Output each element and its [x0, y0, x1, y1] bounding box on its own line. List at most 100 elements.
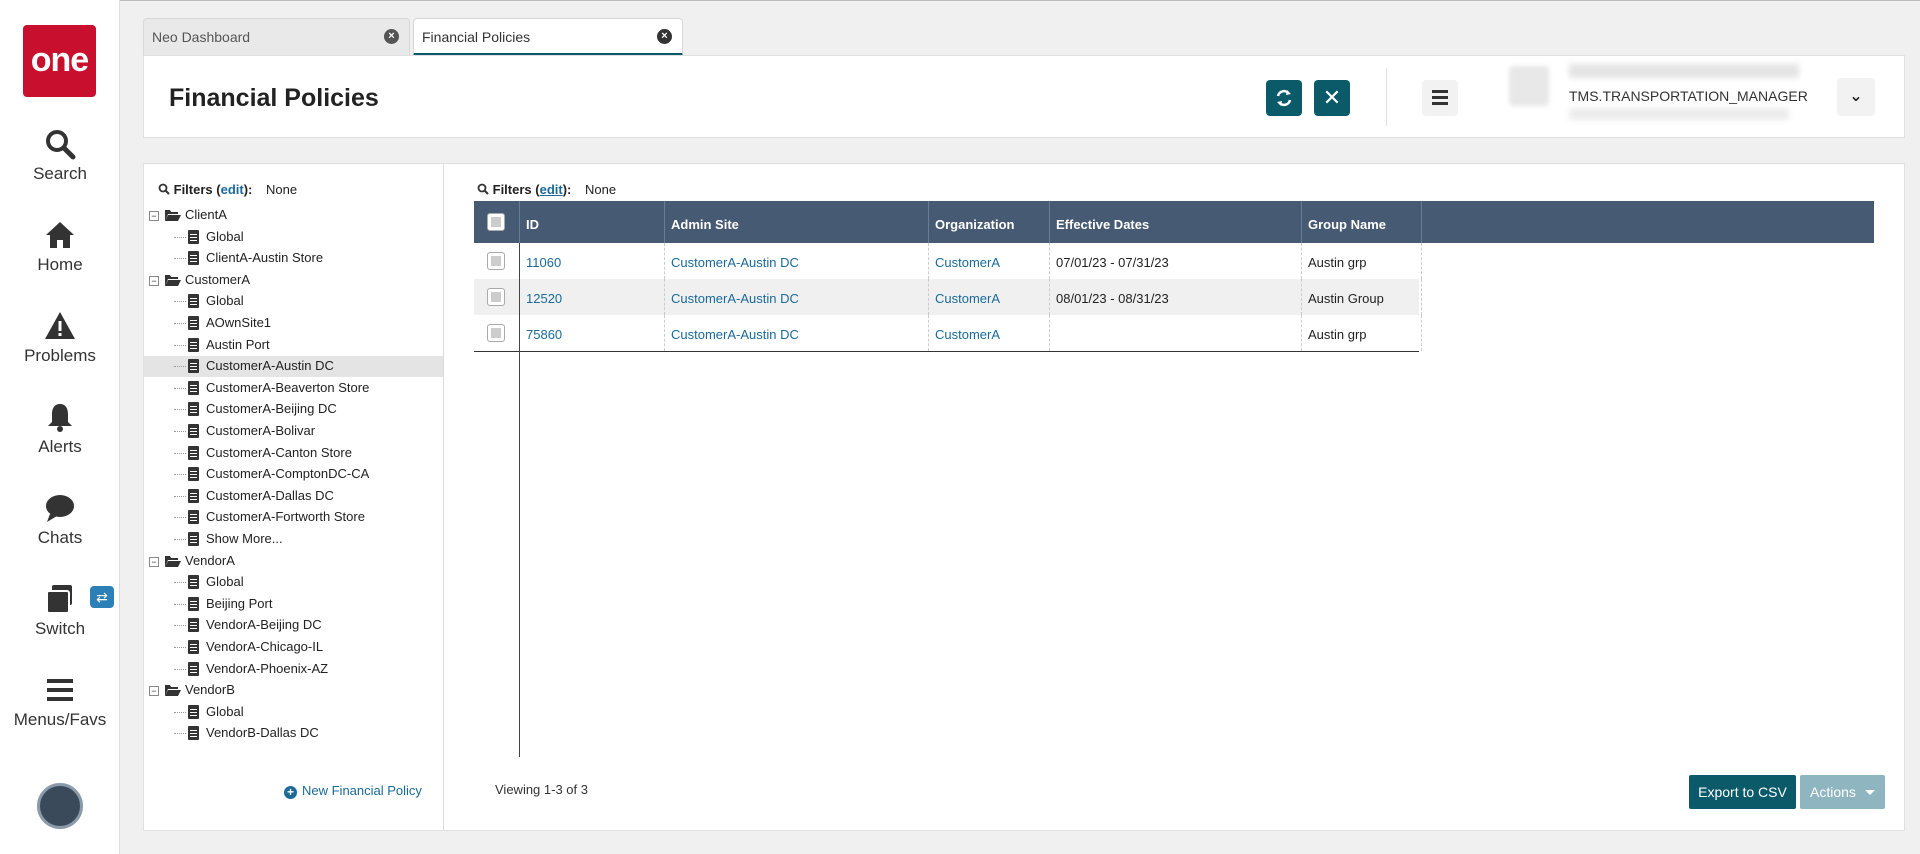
- tree-item[interactable]: Global: [144, 227, 443, 248]
- column-header-admin-site[interactable]: Admin Site: [665, 201, 929, 243]
- tree-folder[interactable]: − VendorB: [144, 680, 443, 701]
- nav-menus[interactable]: Menus/Favs: [0, 674, 120, 730]
- tree-node-label: Global: [206, 703, 244, 719]
- tree-connector: [174, 431, 186, 432]
- refresh-button[interactable]: [1266, 80, 1302, 116]
- document-icon: [188, 575, 199, 590]
- cell-organization[interactable]: CustomerA: [929, 243, 1050, 279]
- cell-id[interactable]: 75860: [520, 315, 665, 351]
- tree-connector: [174, 733, 186, 735]
- tree-item[interactable]: VendorA-Chicago-IL: [144, 637, 443, 658]
- select-all-checkbox[interactable]: [487, 213, 505, 231]
- select-all-cell: [474, 201, 520, 243]
- tree-connector: [174, 647, 186, 648]
- tree-item[interactable]: ClientA-Austin Store: [144, 248, 443, 269]
- app-logo[interactable]: one: [23, 25, 96, 97]
- tree-item[interactable]: Global: [144, 291, 443, 312]
- cell-id[interactable]: 12520: [520, 279, 665, 315]
- tree-node-label: CustomerA-Fortworth Store: [206, 509, 365, 525]
- row-select-cell: [474, 279, 520, 315]
- tree-item[interactable]: Global: [144, 572, 443, 593]
- tree-item[interactable]: Beijing Port: [144, 594, 443, 615]
- cell-group-name: Austin grp: [1302, 243, 1422, 279]
- table-row[interactable]: 11060 CustomerA-Austin DC CustomerA 07/01/2…: [474, 243, 1422, 279]
- collapse-toggle-icon[interactable]: −: [149, 556, 159, 567]
- menu-line: [1432, 96, 1448, 99]
- tree-item[interactable]: CustomerA-Canton Store: [144, 443, 443, 464]
- nav-search[interactable]: Search: [0, 128, 120, 184]
- nav-problems[interactable]: Problems: [0, 310, 120, 366]
- export-csv-button[interactable]: Export to CSV: [1689, 775, 1796, 809]
- user-avatar[interactable]: [37, 783, 83, 829]
- tree-item[interactable]: VendorB-Dallas DC: [144, 723, 443, 744]
- tree-folder[interactable]: − CustomerA: [144, 270, 443, 291]
- folder-open-icon: [165, 274, 181, 286]
- nav-home[interactable]: Home: [0, 219, 120, 275]
- tree-item[interactable]: CustomerA-Beijing DC: [144, 399, 443, 420]
- tab-financial-policies[interactable]: Financial Policies ×: [413, 18, 683, 56]
- new-financial-policy-link[interactable]: + New Financial Policy: [284, 783, 422, 799]
- tree-item[interactable]: VendorA-Phoenix-AZ: [144, 659, 443, 680]
- close-icon[interactable]: ×: [384, 29, 399, 44]
- header-divider: [1386, 68, 1387, 126]
- tree-item[interactable]: Austin Port: [144, 335, 443, 356]
- tree-item[interactable]: Show More...: [144, 529, 443, 550]
- column-header-effective-dates[interactable]: Effective Dates: [1050, 201, 1302, 243]
- table-row[interactable]: 12520 CustomerA-Austin DC CustomerA 08/01/2…: [474, 279, 1422, 315]
- close-page-button[interactable]: ✕: [1314, 80, 1350, 116]
- cell-id[interactable]: 11060: [520, 243, 665, 279]
- filters-value: None: [585, 182, 617, 197]
- tree-folder[interactable]: − VendorA: [144, 551, 443, 572]
- column-header-group-name[interactable]: Group Name: [1302, 201, 1422, 243]
- cell-organization[interactable]: CustomerA: [929, 315, 1050, 351]
- actions-button[interactable]: Actions: [1800, 775, 1885, 809]
- tree-item[interactable]: AOwnSite1: [144, 313, 443, 334]
- switch-badge-icon[interactable]: ⇄: [90, 586, 114, 608]
- tree-connector: [174, 711, 186, 713]
- filters-label: Filters: [173, 182, 213, 197]
- header-menu-button[interactable]: [1422, 80, 1458, 116]
- tree-item[interactable]: CustomerA-Austin DC: [144, 356, 443, 378]
- home-icon: [46, 222, 74, 248]
- table-row[interactable]: 75860 CustomerA-Austin DC CustomerA Austin …: [474, 315, 1422, 351]
- filters-edit-link[interactable]: edit: [221, 182, 244, 197]
- row-checkbox[interactable]: [487, 324, 505, 342]
- warning-icon: [45, 312, 75, 339]
- column-header-organization[interactable]: Organization: [929, 201, 1050, 243]
- tree-node-label: Global: [206, 293, 244, 309]
- tree-item[interactable]: CustomerA-Fortworth Store: [144, 507, 443, 528]
- user-menu-button[interactable]: ⌄: [1837, 78, 1875, 116]
- tree-item[interactable]: VendorA-Beijing DC: [144, 615, 443, 636]
- tree-item[interactable]: Global: [144, 702, 443, 723]
- collapse-toggle-icon[interactable]: −: [149, 686, 159, 697]
- tree-folder[interactable]: − ClientA: [144, 205, 443, 226]
- tree-filters: Filters (edit): None: [158, 182, 297, 197]
- close-icon[interactable]: ×: [657, 29, 672, 44]
- refresh-icon: [1276, 89, 1292, 107]
- row-checkbox[interactable]: [487, 288, 505, 306]
- tree-item[interactable]: CustomerA-Beaverton Store: [144, 378, 443, 399]
- column-header-id[interactable]: ID: [520, 201, 665, 243]
- tree-item[interactable]: CustomerA-Dallas DC: [144, 486, 443, 507]
- collapse-toggle-icon[interactable]: −: [149, 211, 159, 221]
- cell-admin-site[interactable]: CustomerA-Austin DC: [665, 315, 929, 351]
- filters-edit-link[interactable]: edit: [540, 182, 563, 197]
- nav-alerts[interactable]: Alerts: [0, 401, 120, 457]
- row-checkbox[interactable]: [487, 252, 505, 270]
- collapse-toggle-icon[interactable]: −: [149, 275, 159, 286]
- tree-item[interactable]: CustomerA-Bolivar: [144, 421, 443, 442]
- cell-admin-site[interactable]: CustomerA-Austin DC: [665, 279, 929, 315]
- cell-group-name: Austin Group: [1302, 279, 1422, 315]
- folder-open-icon: [165, 210, 181, 221]
- cell-organization[interactable]: CustomerA: [929, 279, 1050, 315]
- grid-filters: Filters (edit): None: [477, 182, 616, 197]
- document-icon: [188, 337, 199, 352]
- tab-neo-dashboard[interactable]: Neo Dashboard ×: [143, 18, 410, 56]
- document-icon: [188, 640, 199, 654]
- tree-connector: [174, 344, 186, 346]
- cell-effective-dates: [1050, 315, 1302, 351]
- nav-chats[interactable]: Chats: [0, 492, 120, 548]
- document-icon: [188, 359, 199, 374]
- cell-admin-site[interactable]: CustomerA-Austin DC: [665, 243, 929, 279]
- tree-item[interactable]: CustomerA-ComptonDC-CA: [144, 464, 443, 485]
